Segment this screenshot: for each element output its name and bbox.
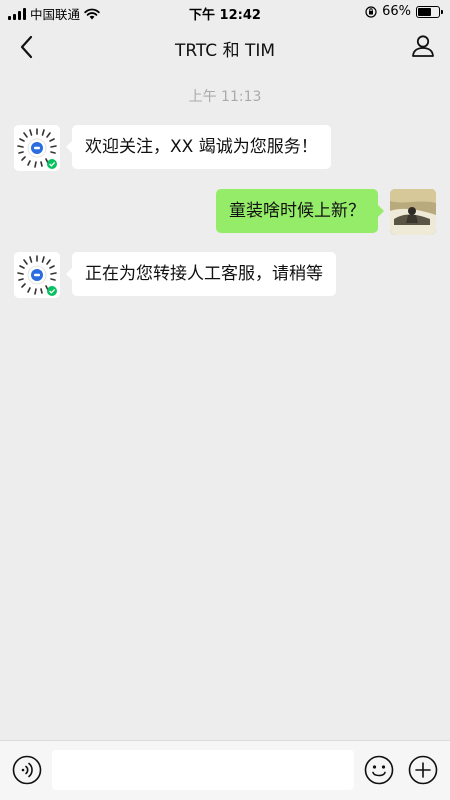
- avatar[interactable]: [390, 189, 436, 235]
- status-right: 66%: [365, 4, 443, 19]
- battery-icon: [416, 5, 443, 18]
- avatar[interactable]: [14, 125, 60, 171]
- message-row: 欢迎关注，XX 竭诚为您服务！: [14, 125, 331, 171]
- avatar[interactable]: [14, 252, 60, 298]
- orientation-lock-icon: [365, 5, 377, 18]
- battery-percent: 66%: [382, 4, 411, 19]
- mini-program-code-icon: [14, 125, 60, 171]
- message-input[interactable]: [52, 750, 354, 790]
- mini-program-code-icon: [14, 252, 60, 298]
- emoji-icon[interactable]: [364, 755, 394, 785]
- status-bar: 中国联通 下午 12:42 66%: [0, 0, 450, 24]
- user-photo-icon: [390, 189, 436, 235]
- message-row: 童装啥时候上新？: [216, 189, 436, 235]
- message-timestamp: 上午 11:13: [188, 89, 262, 105]
- message-row: 正在为您转接人工客服，请稍等: [14, 252, 336, 298]
- nav-bar: TRTC 和 TIM: [0, 24, 450, 68]
- sent-message-bubble[interactable]: 童装啥时候上新？: [216, 189, 384, 233]
- chat-title: TRTC 和 TIM: [174, 41, 276, 61]
- received-message-bubble[interactable]: 正在为您转接人工客服，请稍等: [66, 252, 336, 296]
- received-message-bubble[interactable]: 欢迎关注，XX 竭诚为您服务！: [66, 125, 331, 169]
- voice-icon[interactable]: [12, 755, 42, 785]
- person-icon[interactable]: [410, 33, 436, 59]
- input-bar: [0, 740, 450, 800]
- plus-icon[interactable]: [408, 755, 438, 785]
